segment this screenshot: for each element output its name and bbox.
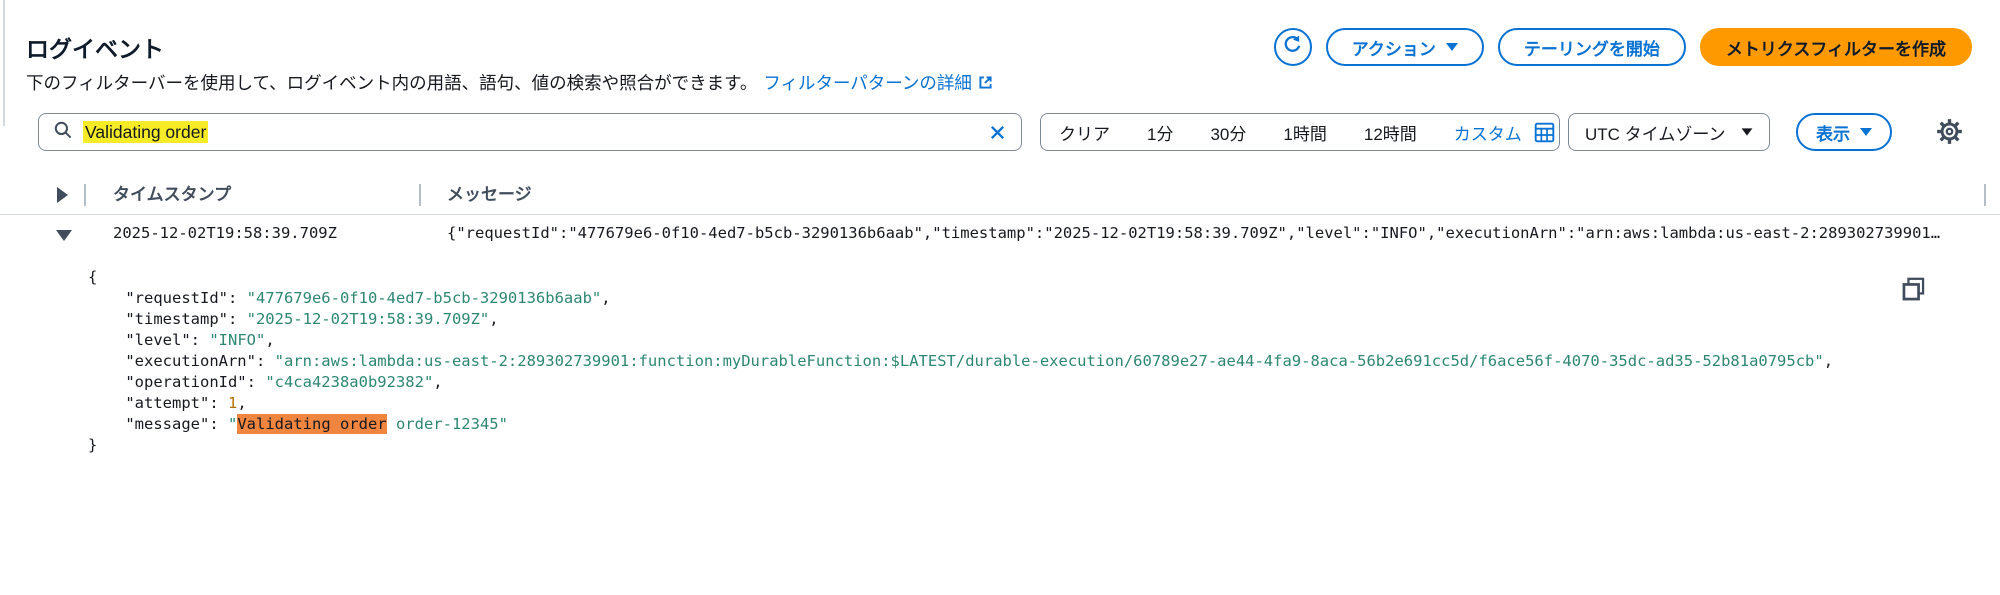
time-range-30m[interactable]: 30分 (1210, 120, 1246, 145)
json-line: "level": "INFO", (88, 331, 275, 349)
refresh-icon (1282, 34, 1303, 60)
search-query: Validating order (83, 120, 209, 143)
time-range-group: クリア 1分 30分 1時間 12時間 カスタム (1040, 113, 1560, 151)
time-range-1h[interactable]: 1時間 (1283, 120, 1326, 145)
timezone-select-value: UTC タイムゾーン (1585, 124, 1726, 144)
chevron-down-icon (1860, 128, 1872, 136)
timezone-select[interactable]: UTC タイムゾーン (1568, 113, 1770, 151)
display-dropdown-button[interactable]: 表示 (1796, 113, 1892, 151)
tailing-button-label: テーリングを開始 (1523, 39, 1660, 59)
column-header-message[interactable]: メッセージ (447, 175, 532, 215)
create-metric-filter-button[interactable]: メトリクスフィルターを作成 (1699, 28, 1972, 66)
refresh-button[interactable] (1273, 28, 1312, 66)
json-line: "attempt": 1, (88, 394, 247, 412)
create-metric-filter-label: メトリクスフィルターを作成 (1725, 39, 1946, 59)
json-line: { (88, 268, 98, 286)
json-line: "requestId": "477679e6-0f10-4ed7-b5cb-32… (88, 289, 611, 307)
column-divider[interactable] (1984, 184, 1986, 206)
log-event-row[interactable]: 2025-12-02T19:58:39.709Z {"requestId":"4… (0, 218, 2000, 250)
actions-dropdown-button[interactable]: アクション (1325, 28, 1484, 66)
copy-icon[interactable] (1900, 276, 1927, 308)
external-link-icon (977, 74, 994, 96)
log-json-detail: { "requestId": "477679e6-0f10-4ed7-b5cb-… (88, 267, 1833, 456)
page-title: ログイベント (26, 36, 164, 62)
json-line: "message": "Validating order order-12345… (88, 414, 508, 434)
settings-gear-icon[interactable] (1936, 118, 1963, 150)
json-line: } (88, 436, 98, 454)
time-range-1m[interactable]: 1分 (1147, 120, 1173, 145)
log-timestamp: 2025-12-02T19:58:39.709Z (113, 224, 337, 242)
time-range-custom-button[interactable]: カスタム (1454, 120, 1522, 145)
time-range-12h[interactable]: 12時間 (1364, 120, 1417, 145)
log-table-header: タイムスタンプ メッセージ (0, 175, 2000, 215)
log-events-page: ログイベント 下のフィルターバーを使用して、ログイベント内の用語、語句、値の検索… (0, 0, 2000, 595)
collapse-row-icon[interactable] (56, 230, 72, 241)
doc-link-label: フィルターパターンの詳細 (763, 73, 972, 93)
json-line: "executionArn": "arn:aws:lambda:us-east-… (88, 352, 1834, 370)
header-actions: アクション テーリングを開始 メトリクスフィルターを作成 (1273, 28, 1972, 66)
json-line: "operationId": "c4ca4238a0b92382", (88, 373, 443, 391)
calendar-icon[interactable] (1534, 122, 1555, 143)
json-line: "timestamp": "2025-12-02T19:58:39.709Z", (88, 310, 499, 328)
clear-search-icon[interactable] (988, 123, 1007, 142)
chevron-down-icon (1445, 43, 1458, 51)
expand-all-icon[interactable] (57, 187, 68, 203)
description-text: 下のフィルターバーを使用して、ログイベント内の用語、語句、値の検索や照合ができま… (26, 73, 758, 93)
filter-bar: Validating order クリア 1分 30分 1時間 12時間 カスタ… (0, 113, 2000, 151)
log-message-preview: {"requestId":"477679e6-0f10-4ed7-b5cb-32… (447, 224, 1941, 242)
time-clear-button[interactable]: クリア (1059, 120, 1110, 145)
actions-button-label: アクション (1351, 39, 1436, 59)
panel-edge-divider (3, 0, 5, 126)
column-header-timestamp[interactable]: タイムスタンプ (113, 175, 231, 215)
page-description: 下のフィルターバーを使用して、ログイベント内の用語、語句、値の検索や照合ができま… (26, 70, 994, 96)
search-query-highlight: Validating order (83, 120, 209, 143)
column-divider[interactable] (419, 184, 421, 206)
search-input[interactable]: Validating order (38, 113, 1022, 151)
chevron-down-icon (1741, 128, 1753, 136)
filter-pattern-docs-link[interactable]: フィルターパターンの詳細 (763, 73, 994, 93)
display-button-label: 表示 (1816, 124, 1850, 144)
start-tailing-button[interactable]: テーリングを開始 (1497, 28, 1686, 66)
search-icon (53, 120, 73, 145)
column-divider (84, 184, 86, 206)
